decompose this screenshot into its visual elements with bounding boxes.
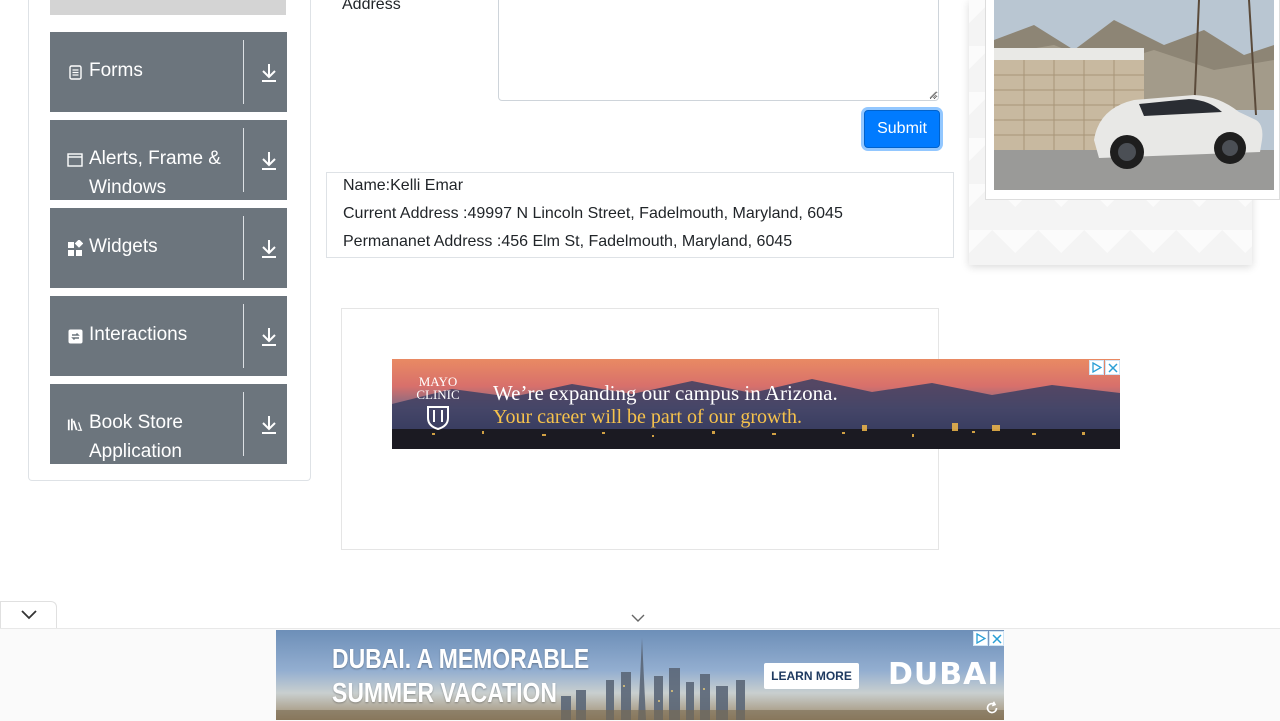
books-icon [67, 416, 83, 432]
collapse-ad-toggle[interactable] [0, 601, 57, 628]
divider [243, 128, 244, 192]
ad-choices-badges [1089, 360, 1120, 375]
download-icon[interactable] [259, 62, 279, 84]
sidebar-item-alerts[interactable]: Alerts, Frame & Windows [50, 120, 287, 200]
shield-icon [427, 406, 449, 430]
submit-button[interactable]: Submit [864, 110, 940, 148]
download-icon[interactable] [259, 326, 279, 348]
output-name: Name:Kelli Emar [343, 177, 464, 194]
car-ad-image[interactable] [994, 0, 1274, 190]
output-panel: Name:Kelli Emar Current Address :49997 N… [326, 172, 954, 258]
chevron-down-icon[interactable] [631, 613, 645, 623]
dubai-ad-headline: DUBAI. A MEMORABLE SUMMER VACATION [332, 642, 589, 710]
download-icon[interactable] [259, 150, 279, 172]
output-current-address: Current Address :49997 N Lincoln Street,… [343, 205, 843, 222]
sidebar-collapsed-item[interactable] [50, 0, 286, 15]
output-permanent-address: Permananet Address :456 Elm St, Fadelmou… [343, 233, 793, 250]
learn-more-button[interactable]: LEARN MORE [764, 663, 859, 689]
sidebar-item-interactions[interactable]: Interactions [50, 296, 287, 376]
dubai-logo: DUBAI [888, 657, 1000, 692]
sidebar-item-label: Forms [89, 60, 143, 81]
window-icon [67, 152, 83, 168]
sidebar-item-label: Widgets [89, 236, 158, 257]
ad-choices-icon[interactable] [1089, 360, 1104, 375]
download-icon[interactable] [259, 238, 279, 260]
permanent-address-textarea[interactable] [498, 0, 939, 101]
form-icon [67, 64, 83, 80]
close-icon[interactable] [989, 631, 1004, 646]
dubai-ad-banner[interactable]: DUBAI. A MEMORABLE SUMMER VACATION LEARN… [276, 630, 1004, 720]
divider [243, 40, 244, 104]
sidebar-item-forms[interactable]: Forms [50, 32, 287, 112]
divider [243, 392, 244, 456]
mayo-logo-text: MAYO CLINIC [416, 374, 460, 402]
sidebar-item-label: Interactions [89, 324, 188, 345]
dubai-headline-line1: DUBAI. A MEMORABLE [332, 643, 590, 674]
mayo-clinic-logo: MAYO CLINIC [410, 375, 466, 430]
refresh-icon[interactable] [984, 700, 1000, 716]
chevron-down-icon [20, 610, 37, 620]
mayo-ad-headline: We’re expanding our campus in Arizona. [493, 381, 838, 405]
sidebar-item-label: Alerts, Frame & Windows [89, 148, 221, 198]
sidebar-item-book-store[interactable]: Book Store Application [50, 384, 287, 464]
dubai-headline-line2: SUMMER VACATION [332, 677, 557, 708]
interactions-icon [67, 328, 83, 344]
divider [243, 216, 244, 280]
resize-grip-icon[interactable] [929, 91, 937, 99]
mayo-clinic-ad-banner[interactable]: MAYO CLINIC We’re expanding our campus i… [392, 359, 1120, 449]
ad-choices-badges [973, 631, 1004, 646]
divider [243, 304, 244, 368]
mayo-ad-subline: Your career will be part of our growth. [493, 406, 802, 428]
ad-choices-icon[interactable] [973, 631, 988, 646]
sidebar-item-label: Book Store Application [89, 412, 183, 462]
car-image [994, 0, 1274, 190]
widgets-icon [67, 240, 83, 256]
download-icon[interactable] [259, 414, 279, 436]
close-icon[interactable] [1105, 360, 1120, 375]
permanent-address-label: Address [342, 0, 401, 13]
sidebar-item-widgets[interactable]: Widgets [50, 208, 287, 288]
